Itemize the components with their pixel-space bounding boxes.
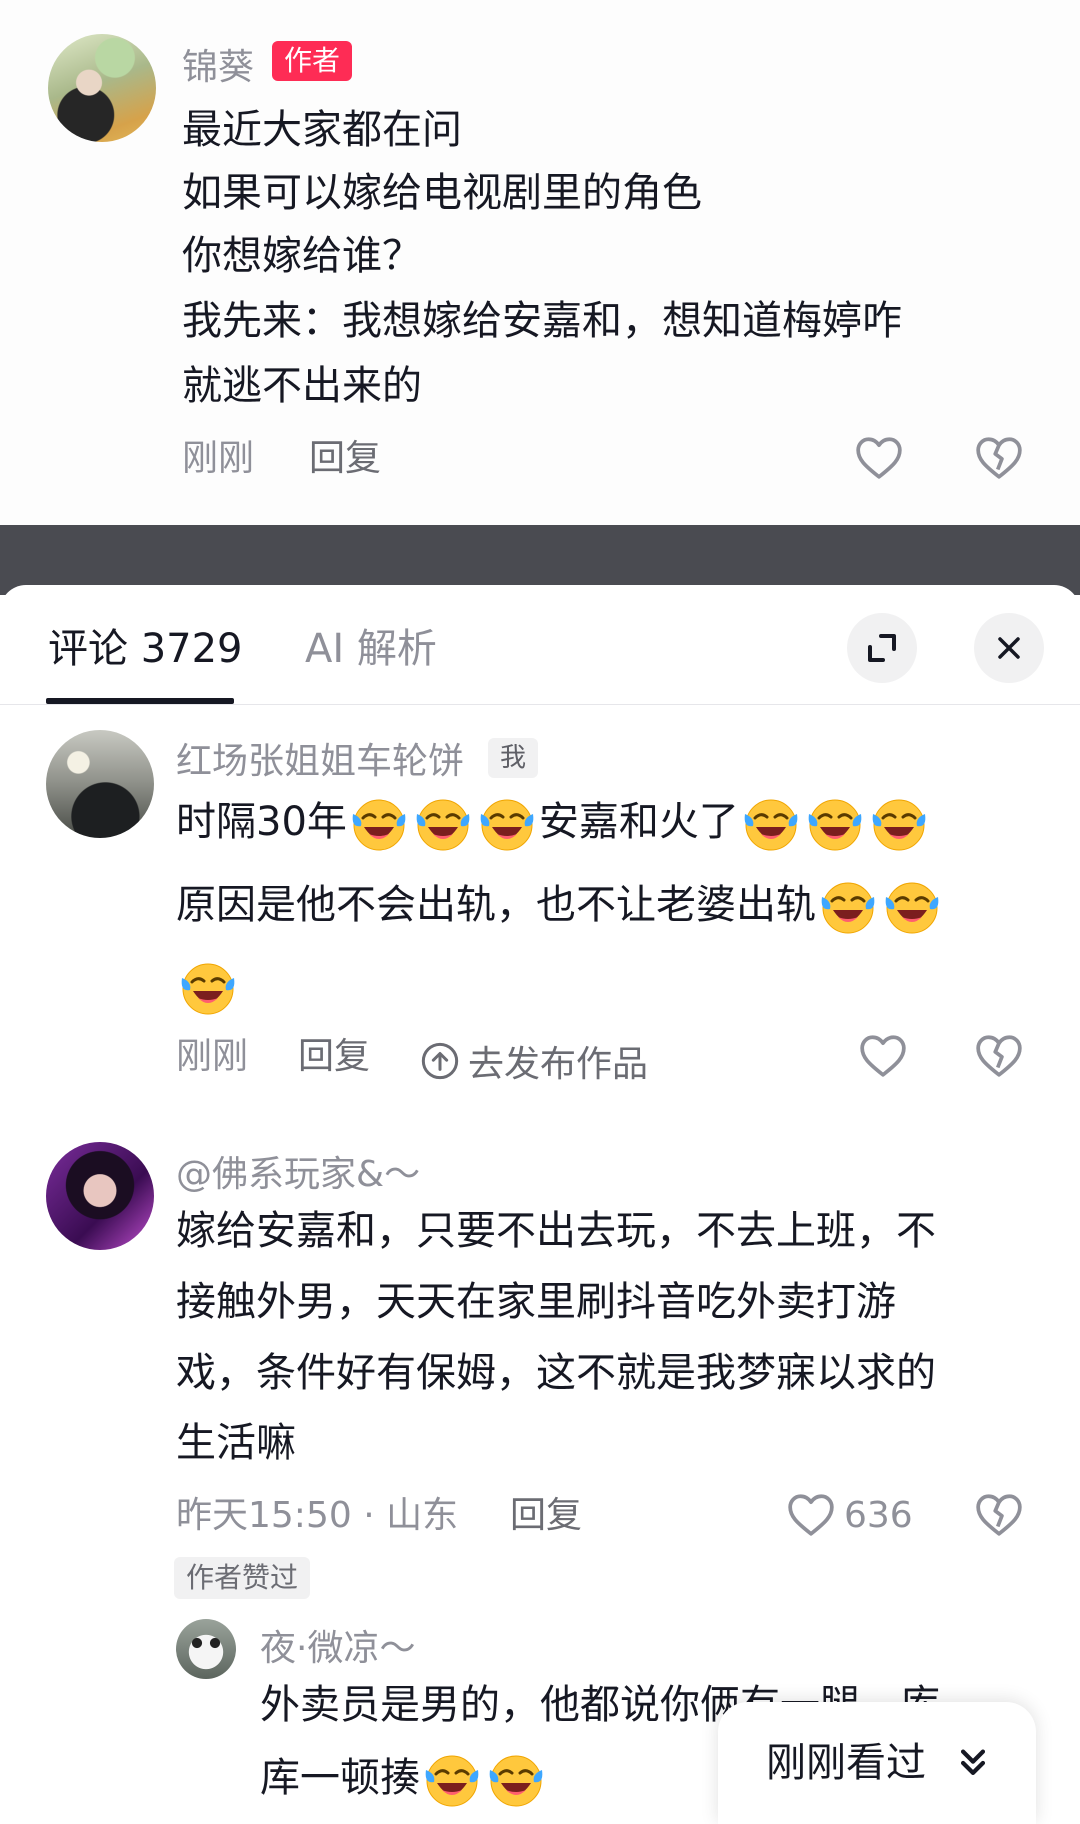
avatar[interactable] [46, 1142, 154, 1250]
heart-outline-icon[interactable] [786, 1490, 836, 1538]
avatar[interactable] [176, 1619, 236, 1679]
laugh-cry-emoji-icon [178, 958, 238, 1018]
comment-text: 安嘉和火了 [538, 799, 739, 845]
laugh-cry-emoji-icon [882, 877, 942, 937]
comment-time: 刚刚 [176, 1036, 249, 1077]
laugh-cry-emoji-icon [869, 794, 929, 854]
tab-ai-analysis[interactable]: AI 解析 [305, 621, 437, 677]
author-liked-badge: 作者赞过 [174, 1557, 311, 1599]
recently-viewed-button[interactable]: 刚刚看过 [718, 1702, 1036, 1824]
like-count: 636 [844, 1495, 913, 1536]
laugh-cry-emoji-icon [413, 794, 473, 854]
avatar[interactable] [46, 730, 154, 838]
comment-text-line: 接触外男，天天在家里刷抖音吃外卖打游 [176, 1279, 896, 1325]
comment-time: 刚刚 [182, 438, 255, 479]
laugh-cry-emoji-icon [486, 1750, 546, 1810]
reply-text-line: 库一顿揍 [260, 1747, 548, 1810]
laugh-cry-emoji-icon [477, 794, 537, 854]
laugh-cry-emoji-icon [422, 1750, 482, 1810]
comment-text-line: 如果可以嫁给电视剧里的角色 [182, 170, 702, 216]
publish-work-button[interactable]: 去发布作品 [420, 1035, 648, 1085]
comment-sheet: 评论 3729 AI 解析 红场张姐姐车轮饼 我 时隔30年 安嘉和火了 原因是他… [0, 585, 1080, 1824]
reply-button[interactable]: 回复 [309, 437, 381, 481]
reply-username[interactable]: 夜·微凉～ [260, 1619, 415, 1671]
author-comment: 锦葵 作者 最近大家都在问 如果可以嫁给电视剧里的角色 你想嫁给谁？ 我先来：我… [0, 0, 1080, 525]
comment-text-line: 时隔30年 安嘉和火了 [176, 791, 931, 854]
comment-text-line: 我先来：我想嫁给安嘉和，想知道梅婷咋 [182, 298, 902, 344]
divider [0, 704, 1080, 705]
author-username[interactable]: 锦葵 [182, 38, 254, 90]
comment-username[interactable]: @佛系玩家&～ [176, 1145, 420, 1197]
comment-username[interactable]: 红场张姐姐车轮饼 [176, 732, 464, 784]
upload-arrow-icon [421, 1042, 459, 1080]
reply-button[interactable]: 回复 [510, 1494, 582, 1538]
recently-viewed-label: 刚刚看过 [766, 1740, 926, 1786]
me-badge: 我 [488, 738, 539, 778]
laugh-cry-emoji-icon [741, 794, 801, 854]
comment-text: 时隔30年 [176, 799, 347, 845]
comment-text-line: 嫁给安嘉和，只要不出去玩，不去上班，不 [176, 1208, 936, 1254]
broken-heart-icon[interactable] [974, 433, 1024, 481]
laugh-cry-emoji-icon [805, 794, 865, 854]
comment-text-line: 你想嫁给谁？ [182, 233, 422, 279]
comment-text-line: 就逃不出来的 [182, 363, 422, 409]
broken-heart-icon[interactable] [974, 1031, 1024, 1079]
reply-text: 库一顿揍 [260, 1755, 420, 1801]
author-avatar[interactable] [48, 34, 156, 142]
double-chevron-down-icon [960, 1749, 986, 1776]
publish-work-label: 去发布作品 [468, 1044, 649, 1085]
reply-button[interactable]: 回复 [298, 1035, 370, 1079]
comment-text-line [176, 955, 240, 1018]
author-badge: 作者 [272, 41, 353, 81]
laugh-cry-emoji-icon [818, 877, 878, 937]
expand-button[interactable] [847, 613, 917, 683]
comment-time-location: 昨天15:50 · 山东 [176, 1495, 459, 1536]
close-icon [998, 637, 1020, 659]
expand-icon [868, 634, 896, 662]
comment-text-line: 原因是他不会出轨，也不让老婆出轨 [176, 874, 944, 937]
comment-text-line: 最近大家都在问 [182, 107, 462, 153]
broken-heart-icon[interactable] [974, 1490, 1024, 1538]
tab-comments[interactable]: 评论 3729 [48, 621, 243, 677]
comment-text: 原因是他不会出轨，也不让老婆出轨 [176, 882, 816, 928]
heart-outline-icon[interactable] [858, 1031, 908, 1079]
close-button[interactable] [974, 613, 1044, 683]
comment-text-line: 戏，条件好有保姆，这不就是我梦寐以求的 [176, 1350, 936, 1396]
heart-outline-icon[interactable] [854, 433, 904, 481]
comment-text-line: 生活嘛 [176, 1420, 296, 1466]
laugh-cry-emoji-icon [349, 794, 409, 854]
